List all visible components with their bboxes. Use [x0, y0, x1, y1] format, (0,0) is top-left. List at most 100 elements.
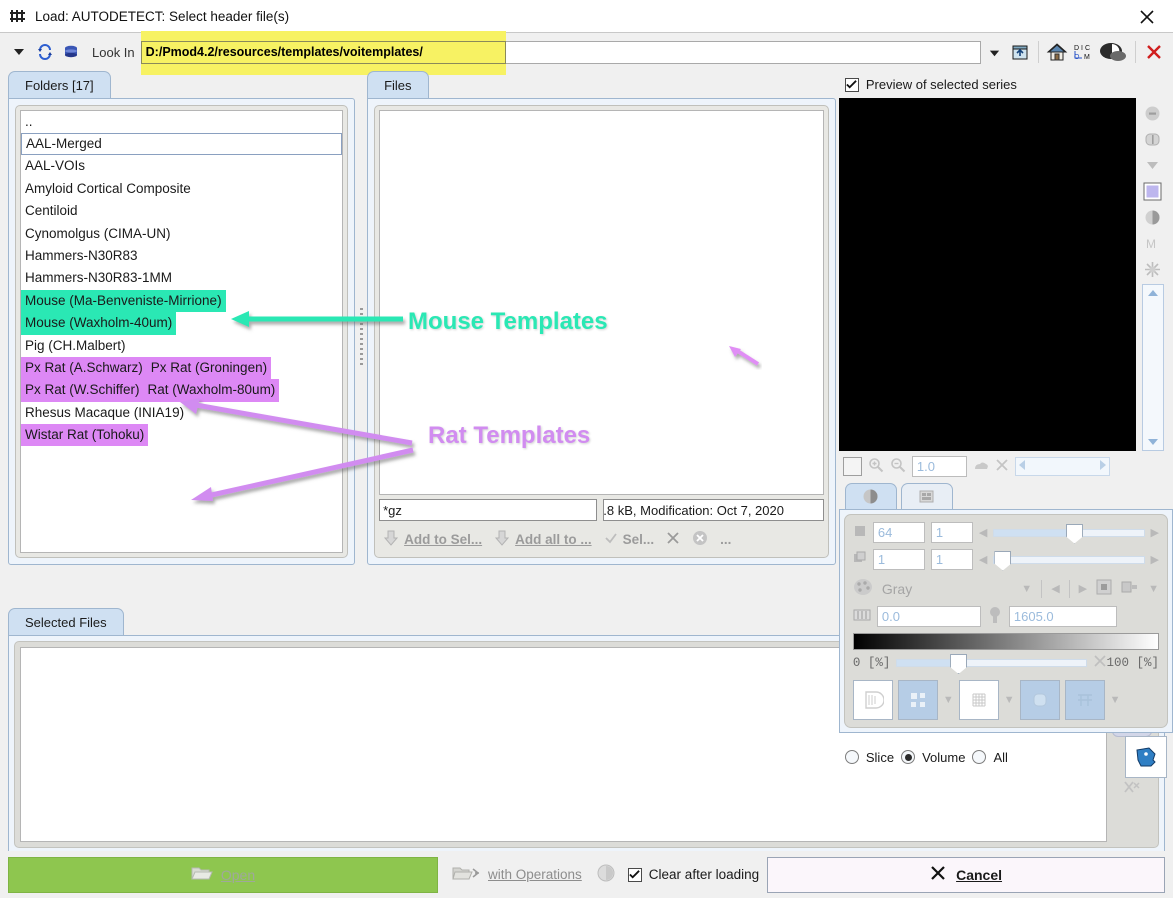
triangle-left-icon[interactable]: ◀: [979, 526, 987, 539]
chevron-down-icon[interactable]: [981, 37, 1007, 67]
triangle-left-icon[interactable]: ◀: [1051, 582, 1059, 595]
folder-list-item[interactable]: Amyloid Cortical Composite: [21, 178, 342, 200]
close-icon[interactable]: [1121, 0, 1173, 33]
volume-number-input[interactable]: 1: [872, 549, 925, 570]
remove-all-files-button[interactable]: [1116, 775, 1148, 799]
triangle-left-icon[interactable]: ◀: [979, 553, 987, 566]
color-swatch-icon[interactable]: [1142, 180, 1164, 202]
triangle-right-icon[interactable]: ▶: [1151, 526, 1159, 539]
dicom-icon[interactable]: D I C O M: [1070, 37, 1096, 67]
chevron-down-icon[interactable]: [6, 37, 32, 67]
volume-step-input[interactable]: 1: [930, 549, 973, 570]
chevron-down-icon[interactable]: ▼: [943, 694, 954, 706]
radio-volume[interactable]: [901, 750, 916, 764]
tab-image-layout[interactable]: [900, 483, 953, 509]
m-icon[interactable]: M: [1142, 232, 1164, 254]
folder-list-item[interactable]: Rhesus Macaque (INIA19): [21, 402, 342, 424]
open-button[interactable]: Open: [8, 856, 438, 893]
percent-slider[interactable]: [896, 654, 1087, 674]
folder-list-item[interactable]: Px Rat (A.Schwarz): [21, 356, 147, 380]
folder-list-item[interactable]: Hammers-N30R83-1MM: [21, 267, 342, 289]
x-icon[interactable]: [995, 458, 1009, 475]
info-circle-icon[interactable]: [596, 863, 616, 886]
folder-list-item[interactable]: Centiloid: [21, 200, 342, 222]
path-input[interactable]: D:/Pmod4.2/resources/templates/voitempla…: [140, 40, 506, 64]
scroll-down-button[interactable]: [1143, 434, 1163, 450]
capsule-icon[interactable]: [1142, 128, 1164, 150]
with-operations-button[interactable]: with Operations: [446, 864, 588, 885]
folder-list-item[interactable]: Cynomolgus (CIMA-UN): [21, 223, 342, 245]
folder-list-item[interactable]: Pig (CH.Malbert): [21, 335, 342, 357]
lut-gradient-bar[interactable]: [852, 633, 1160, 650]
remove-selection-button[interactable]: [662, 531, 684, 548]
volume-slider[interactable]: [993, 550, 1145, 571]
more-options-button[interactable]: ...: [716, 532, 735, 547]
zoom-in-icon[interactable]: [868, 457, 884, 476]
folder-list-item[interactable]: AAL-Merged: [21, 133, 343, 156]
copy-lut-icon[interactable]: [1121, 579, 1139, 598]
zoom-out-icon[interactable]: [890, 457, 906, 476]
red-x-icon[interactable]: [1141, 37, 1167, 67]
triangle-right-icon[interactable]: ▶: [1151, 553, 1159, 566]
clear-after-loading-check-icon[interactable]: [627, 867, 642, 882]
clear-after-loading-checkbox[interactable]: Clear after loading: [627, 867, 759, 882]
home-icon[interactable]: [1044, 37, 1070, 67]
cancel-button[interactable]: Cancel: [767, 856, 1165, 893]
tab-image-contrast[interactable]: [844, 483, 897, 509]
triangle-right-icon[interactable]: [1099, 459, 1107, 474]
select-button[interactable]: Sel...: [600, 531, 659, 548]
slice-step-input[interactable]: 1: [930, 522, 973, 543]
slice-slider[interactable]: [993, 523, 1145, 544]
file-filter-input[interactable]: *gz: [379, 499, 598, 521]
folder-list-item[interactable]: Wistar Rat (Tohoku): [21, 424, 149, 447]
chevron-down-icon[interactable]: ▼: [1004, 694, 1015, 706]
database-icon[interactable]: [58, 37, 84, 67]
panel-splitter[interactable]: [355, 71, 367, 605]
triangle-right-icon[interactable]: ▶: [1079, 582, 1087, 595]
zoom-value-input[interactable]: 1.0: [911, 455, 967, 477]
preview-image[interactable]: [838, 98, 1136, 451]
circle-minus-icon[interactable]: [1142, 102, 1164, 124]
crosshair-icon[interactable]: [1142, 258, 1164, 280]
contrast-icon[interactable]: [1142, 206, 1164, 228]
tab-files[interactable]: Files: [367, 71, 429, 98]
folder-list[interactable]: .. AAL-Merged AAL-VOIs Amyloid Cortical Com…: [20, 110, 344, 553]
clear-selection-button[interactable]: [688, 530, 712, 549]
cloud-icon[interactable]: [973, 459, 989, 474]
colortable-name[interactable]: Gray: [882, 581, 912, 597]
invert-lut-icon[interactable]: [1096, 579, 1112, 598]
path-input-extension[interactable]: [505, 40, 981, 64]
folder-list-item[interactable]: Rat (Waxholm-80um): [143, 379, 280, 402]
frame-icon[interactable]: [1064, 680, 1105, 720]
x-icon[interactable]: [1093, 654, 1107, 672]
tab-selected-files[interactable]: Selected Files: [8, 608, 124, 635]
folder-list-item[interactable]: Mouse (Ma-Benveniste-Mirrione): [21, 289, 226, 313]
files-list[interactable]: [379, 110, 824, 495]
shape-icon[interactable]: [1019, 680, 1060, 720]
preview-checkbox[interactable]: [844, 77, 859, 92]
chevron-down-icon[interactable]: ▼: [1110, 694, 1121, 706]
scroll-up-button[interactable]: [1143, 285, 1163, 301]
add-to-selection-button[interactable]: Add to Sel...: [379, 529, 486, 550]
triangle-left-icon[interactable]: [1018, 459, 1026, 474]
chevron-down-icon[interactable]: ▼: [1148, 583, 1159, 595]
head-icon[interactable]: [1125, 736, 1168, 778]
folder-list-item[interactable]: Px Rat (W.Schiffer): [21, 379, 144, 402]
folder-list-item[interactable]: Px Rat (Groningen): [146, 356, 272, 380]
radio-all[interactable]: [972, 750, 987, 764]
chevron-down-icon[interactable]: [1142, 154, 1164, 176]
dots-grid-icon[interactable]: [897, 680, 938, 720]
slice-number-input[interactable]: 64: [872, 522, 925, 543]
chevron-down-icon[interactable]: ▼: [1021, 583, 1032, 595]
folder-list-item[interactable]: Mouse (Waxholm-40um): [21, 312, 177, 335]
brain-icon[interactable]: [1096, 37, 1130, 67]
refresh-icon[interactable]: [32, 37, 58, 67]
iso-contour-icon[interactable]: [852, 680, 893, 720]
new-folder-icon[interactable]: [1007, 37, 1033, 67]
series-scroll-slider[interactable]: [1014, 456, 1110, 476]
tab-folders[interactable]: Folders [17]: [8, 71, 111, 98]
folder-list-item[interactable]: Hammers-N30R83: [21, 245, 342, 267]
folder-list-item[interactable]: AAL-VOIs: [21, 155, 342, 177]
square-icon[interactable]: [842, 456, 862, 476]
radio-slice[interactable]: [844, 750, 859, 764]
